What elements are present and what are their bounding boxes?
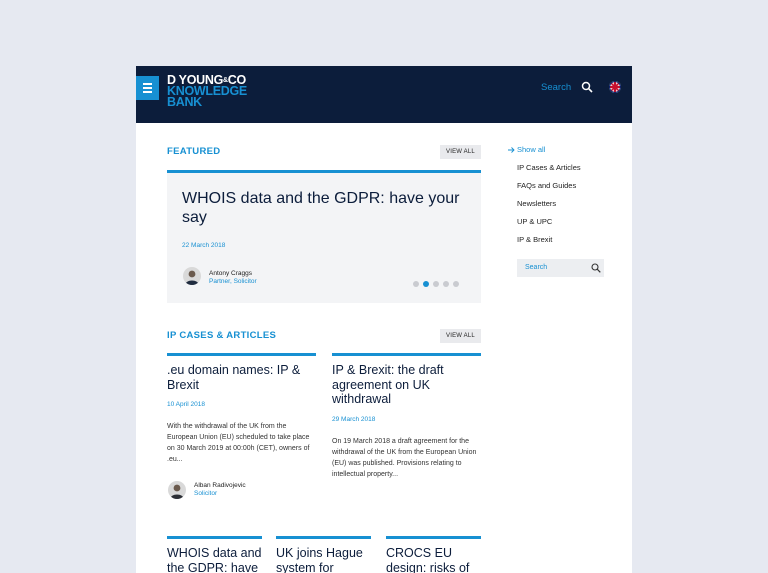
search-icon[interactable]: [581, 81, 593, 93]
menu-icon-bar: [143, 91, 152, 93]
ip-cases-view-all-button[interactable]: VIEW ALL: [440, 329, 481, 343]
carousel-dot-active[interactable]: [423, 281, 429, 287]
sidebar-item-show-all[interactable]: Show all: [517, 145, 545, 154]
article-card[interactable]: .eu domain names: IP & Brexit 10 April 2…: [167, 353, 316, 465]
site-header: D YOUNG&CO KNOWLEDGE BANK Search: [136, 66, 632, 123]
featured-author-name: Antony Craggs: [209, 270, 252, 277]
carousel-dot[interactable]: [453, 281, 459, 287]
article-excerpt: On 19 March 2018 a draft agreement for t…: [332, 437, 477, 478]
ip-cases-section-title: IP CASES & ARTICLES: [167, 330, 277, 341]
featured-card[interactable]: WHOIS data and the GDPR: have your say 2…: [167, 170, 481, 303]
article-title[interactable]: WHOIS data and the GDPR: have: [167, 546, 262, 573]
article-author-name: Alban Radivojevic: [194, 482, 246, 489]
sidebar-item-ip-brexit[interactable]: IP & Brexit: [517, 235, 552, 244]
sidebar-item-newsletters[interactable]: Newsletters: [517, 199, 556, 208]
avatar: [168, 481, 186, 499]
search-icon[interactable]: [591, 263, 601, 273]
sidebar-item-faqs[interactable]: FAQs and Guides: [517, 181, 576, 190]
article-excerpt: With the withdrawal of the UK from the E…: [167, 423, 310, 463]
carousel-dots: [413, 281, 459, 287]
sidebar-item-up-upc[interactable]: UP & UPC: [517, 217, 552, 226]
article-card[interactable]: UK joins Hague system for: [276, 536, 371, 573]
sidebar-search-placeholder: Search: [525, 264, 548, 271]
person-icon: [170, 484, 184, 499]
article-title[interactable]: UK joins Hague system for: [276, 546, 371, 573]
carousel-dot[interactable]: [433, 281, 439, 287]
menu-icon-bar: [143, 87, 152, 89]
person-icon: [185, 270, 199, 285]
sidebar-search-input[interactable]: Search: [517, 259, 604, 277]
menu-icon-bar: [143, 83, 152, 85]
article-card[interactable]: CROCS EU design: risks of: [386, 536, 481, 573]
article-card[interactable]: WHOIS data and the GDPR: have: [167, 536, 262, 573]
uk-flag-icon[interactable]: [609, 81, 621, 93]
featured-title[interactable]: WHOIS data and the GDPR: have your say: [182, 189, 462, 227]
site-logo[interactable]: D YOUNG&CO KNOWLEDGE BANK: [167, 74, 247, 109]
logo-line3: BANK: [167, 95, 202, 109]
article-card[interactable]: IP & Brexit: the draft agreement on UK w…: [332, 353, 481, 480]
featured-author-role: Partner, Solicitor: [209, 278, 257, 285]
carousel-dot[interactable]: [413, 281, 419, 287]
article-author-role: Solicitor: [194, 490, 218, 497]
featured-date: 22 March 2018: [182, 242, 226, 249]
page-frame: D YOUNG&CO KNOWLEDGE BANK Search FEATURE…: [136, 66, 632, 573]
arrow-right-icon: [508, 147, 515, 153]
featured-view-all-button[interactable]: VIEW ALL: [440, 145, 481, 159]
article-title[interactable]: .eu domain names: IP & Brexit: [167, 363, 316, 392]
article-date: 10 April 2018: [167, 401, 205, 408]
article-title[interactable]: IP & Brexit: the draft agreement on UK w…: [332, 363, 481, 407]
sidebar-item-ip-cases[interactable]: IP Cases & Articles: [517, 163, 581, 172]
article-title[interactable]: CROCS EU design: risks of: [386, 546, 481, 573]
featured-section-title: FEATURED: [167, 146, 221, 157]
avatar: [183, 267, 201, 285]
menu-button[interactable]: [136, 76, 159, 100]
carousel-dot[interactable]: [443, 281, 449, 287]
article-date: 29 March 2018: [332, 415, 376, 423]
header-search-link[interactable]: Search: [541, 82, 571, 93]
